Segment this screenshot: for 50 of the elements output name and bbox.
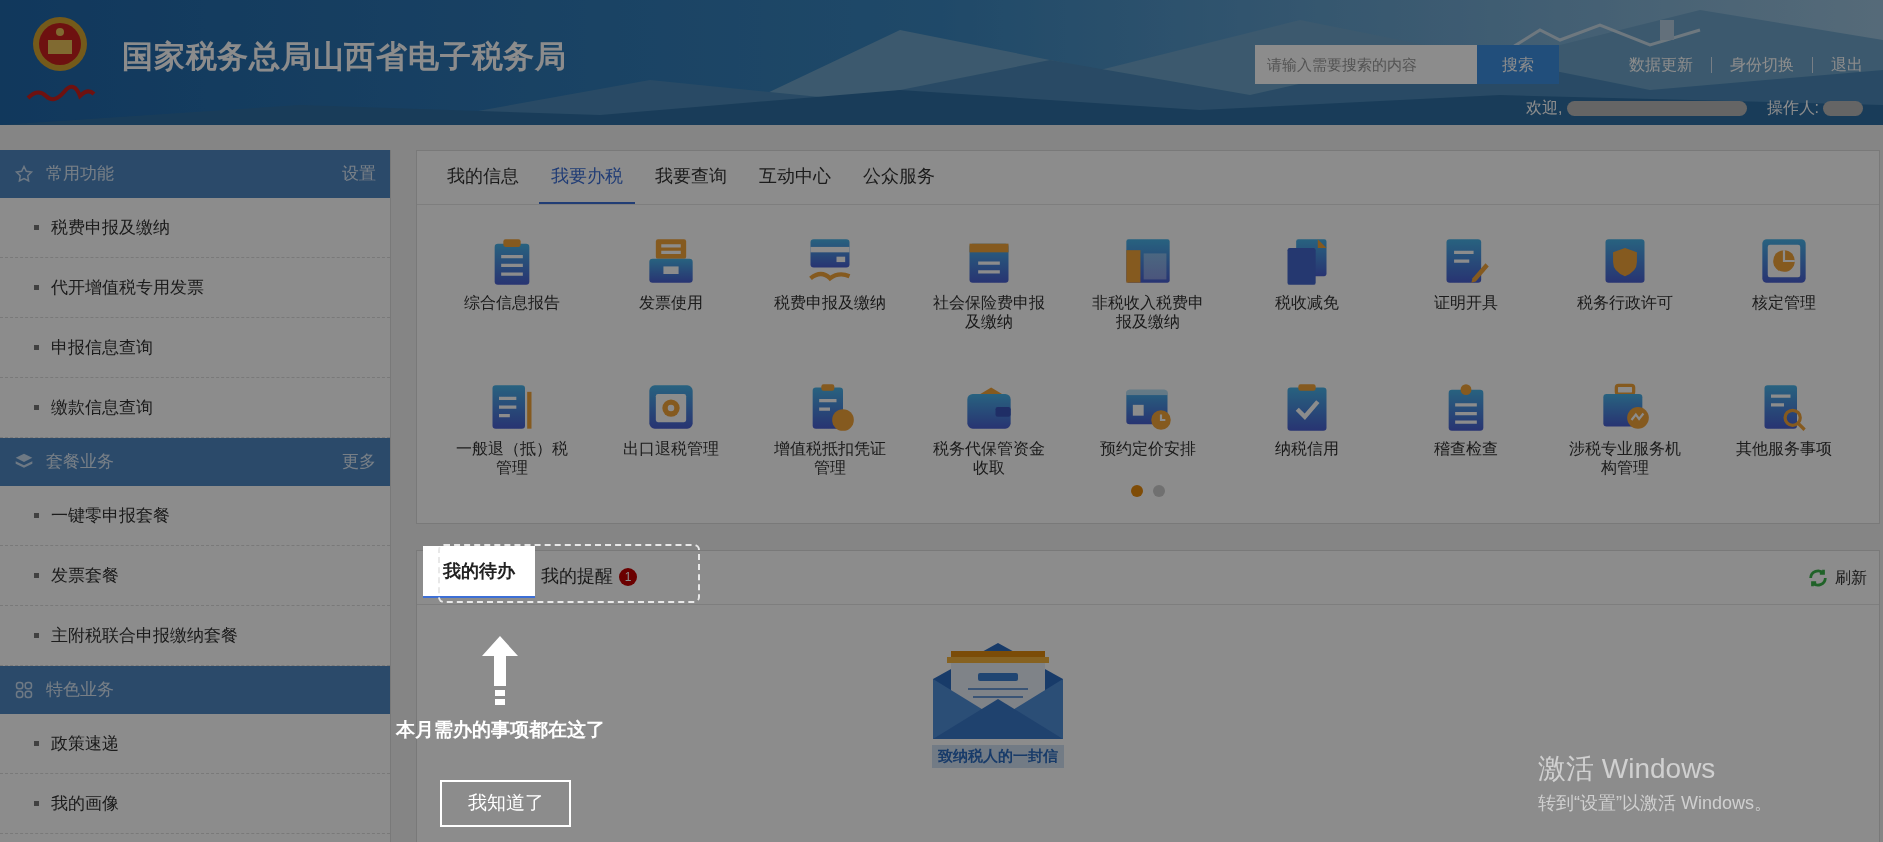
section-title: 特色业务 (46, 679, 114, 702)
service-item[interactable]: 纳税信用 (1227, 381, 1387, 507)
service-item[interactable]: 税务行政许可 (1545, 235, 1705, 361)
refresh-button[interactable]: 刷新 (1807, 551, 1867, 604)
service-item[interactable]: 发票使用 (591, 235, 751, 361)
service-item[interactable]: 非税收入税费申报及缴纳 (1068, 235, 1228, 361)
grid-icon (14, 680, 34, 700)
activation-text: 转到“设置”以激活 Windows。 (1538, 792, 1772, 815)
star-icon (14, 164, 34, 184)
service-item[interactable]: 综合信息报告 (433, 235, 592, 361)
sidebar-item[interactable]: 代开增值税专用发票 (0, 258, 390, 318)
service-item[interactable]: 社会保险费申报及缴纳 (909, 235, 1069, 361)
tab[interactable]: 我的提醒 1 (535, 551, 643, 604)
up-arrow-icon (480, 636, 520, 706)
tab[interactable]: 公众服务 (851, 151, 947, 204)
tab[interactable]: 我的信息 (435, 151, 531, 204)
activation-title: 激活 Windows (1538, 752, 1716, 786)
site-title: 国家税务总局山西省电子税务局 (122, 38, 567, 76)
refresh-icon (1807, 566, 1829, 589)
service-item[interactable]: 增值税抵扣凭证管理 (750, 381, 910, 507)
tab[interactable]: 我要查询 (643, 151, 739, 204)
service-item[interactable]: 税务代保管资金收取 (909, 381, 1069, 507)
service-item[interactable]: 稽查检查 (1386, 381, 1546, 507)
tab[interactable]: 我要办税 (539, 151, 635, 204)
service-item[interactable]: 税费申报及缴纳 (750, 235, 910, 361)
got-it-button[interactable]: 我知道了 (440, 780, 571, 827)
sidebar-item[interactable]: 政策速递 (0, 714, 390, 774)
sidebar-item[interactable]: 税费申报及缴纳 (0, 198, 390, 258)
sidebar-item[interactable]: 我的画像 (0, 774, 390, 834)
welcome-label: 欢迎, (1526, 98, 1563, 118)
service-item[interactable]: 证明开具 (1386, 235, 1546, 361)
service-item[interactable]: 核定管理 (1704, 235, 1863, 361)
sidebar-item[interactable]: 申报信息查询 (0, 318, 390, 378)
service-item[interactable]: 出口退税管理 (591, 381, 751, 507)
tab[interactable]: 互动中心 (747, 151, 843, 204)
section-title: 常用功能 (46, 163, 114, 186)
section-title: 套餐业务 (46, 451, 114, 474)
sidebar-item[interactable]: 发票套餐 (0, 546, 390, 606)
guide-text: 本月需办的事项都在这了 (394, 718, 606, 742)
service-item[interactable]: 预约定价安排 (1068, 381, 1228, 507)
operator-label: 操作人: (1766, 98, 1819, 118)
service-item[interactable]: 税收减免 (1227, 235, 1387, 361)
service-item[interactable]: 一般退（抵）税管理 (433, 381, 592, 507)
letter-caption: 致纳税人的一封信 (932, 745, 1064, 768)
tab[interactable]: 我的待办 (423, 546, 535, 598)
service-item[interactable]: 其他服务事项 (1704, 381, 1863, 507)
count-badge: 1 (619, 567, 637, 586)
sidebar-item[interactable]: 一键零申报套餐 (0, 486, 390, 546)
search-button[interactable]: 搜索 (1477, 45, 1559, 84)
service-item[interactable]: 涉税专业服务机构管理 (1545, 381, 1705, 507)
